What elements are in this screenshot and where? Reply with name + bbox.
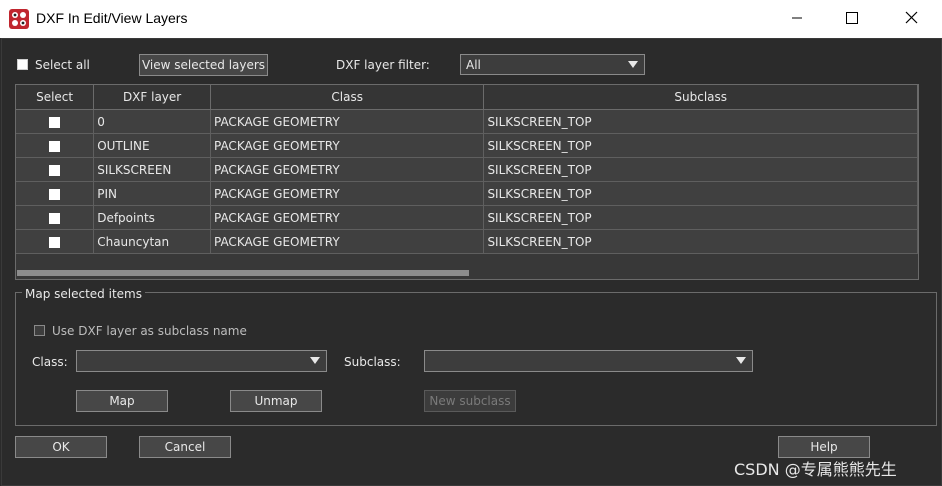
dxf-layer-filter-value: All — [466, 58, 481, 72]
subclass-label: Subclass: — [344, 355, 401, 369]
table-row[interactable]: Chauncytan PACKAGE GEOMETRY SILKSCREEN_T… — [16, 229, 918, 254]
row-checkbox[interactable] — [49, 212, 61, 224]
class-select[interactable] — [76, 350, 327, 372]
map-button[interactable]: Map — [76, 390, 168, 412]
cell-dxf-layer[interactable]: SILKSCREEN — [93, 157, 211, 182]
unmap-button[interactable]: Unmap — [230, 390, 322, 412]
row-select-cell[interactable] — [16, 157, 95, 182]
class-label: Class: — [32, 355, 68, 369]
row-select-cell[interactable] — [16, 181, 95, 206]
row-checkbox[interactable] — [49, 236, 61, 248]
chevron-down-icon — [736, 357, 746, 364]
table-row[interactable]: 0 PACKAGE GEOMETRY SILKSCREEN_TOP — [16, 109, 918, 134]
use-dxf-layer-label: Use DXF layer as subclass name — [52, 324, 247, 338]
cell-dxf-layer[interactable]: 0 — [93, 109, 211, 134]
select-all-label: Select all — [35, 58, 90, 72]
cell-dxf-layer[interactable]: PIN — [93, 181, 211, 206]
header-class[interactable]: Class — [210, 85, 485, 110]
cell-subclass[interactable]: SILKSCREEN_TOP — [483, 157, 918, 182]
cell-dxf-layer[interactable]: OUTLINE — [93, 133, 211, 158]
ok-button[interactable]: OK — [15, 436, 107, 458]
table-row[interactable]: OUTLINE PACKAGE GEOMETRY SILKSCREEN_TOP — [16, 133, 918, 158]
table-row[interactable]: SILKSCREEN PACKAGE GEOMETRY SILKSCREEN_T… — [16, 157, 918, 182]
new-subclass-button[interactable]: New subclass — [424, 390, 516, 412]
minimize-button[interactable] — [768, 0, 826, 38]
cell-class[interactable]: PACKAGE GEOMETRY — [210, 157, 485, 182]
header-dxf-layer[interactable]: DXF layer — [93, 85, 211, 110]
minimize-icon — [791, 12, 803, 27]
subclass-select[interactable] — [424, 350, 753, 372]
map-group-title: Map selected items — [22, 287, 145, 301]
help-button[interactable]: Help — [778, 436, 870, 458]
row-select-cell[interactable] — [16, 229, 95, 254]
row-checkbox[interactable] — [49, 188, 61, 200]
close-button[interactable] — [882, 0, 940, 38]
header-subclass[interactable]: Subclass — [483, 85, 918, 110]
row-checkbox[interactable] — [49, 164, 61, 176]
table-row[interactable]: Defpoints PACKAGE GEOMETRY SILKSCREEN_TO… — [16, 205, 918, 230]
cell-subclass[interactable]: SILKSCREEN_TOP — [483, 229, 918, 254]
view-selected-layers-button[interactable]: View selected layers — [139, 54, 268, 76]
cell-dxf-layer[interactable]: Defpoints — [93, 205, 211, 230]
row-select-cell[interactable] — [16, 133, 95, 158]
cell-class[interactable]: PACKAGE GEOMETRY — [210, 109, 485, 134]
cell-class[interactable]: PACKAGE GEOMETRY — [210, 181, 485, 206]
chevron-down-icon — [628, 61, 638, 68]
row-select-cell[interactable] — [16, 109, 95, 134]
cell-subclass[interactable]: SILKSCREEN_TOP — [483, 181, 918, 206]
use-dxf-layer-checkbox[interactable] — [34, 325, 45, 336]
horizontal-scrollbar[interactable] — [17, 270, 469, 276]
cell-subclass[interactable]: SILKSCREEN_TOP — [483, 133, 918, 158]
layers-table-grid: Select DXF layer Class Subclass 0 PACKAG… — [16, 85, 918, 254]
cell-class[interactable]: PACKAGE GEOMETRY — [210, 229, 485, 254]
cell-subclass[interactable]: SILKSCREEN_TOP — [483, 205, 918, 230]
window-title: DXF In Edit/View Layers — [36, 10, 188, 26]
cell-dxf-layer[interactable]: Chauncytan — [93, 229, 211, 254]
chevron-down-icon — [310, 357, 320, 364]
maximize-icon — [846, 11, 858, 27]
row-checkbox[interactable] — [49, 116, 61, 128]
dxf-layer-filter-select[interactable]: All — [460, 54, 645, 75]
close-icon — [905, 11, 918, 27]
table-header-row: Select DXF layer Class Subclass — [16, 85, 918, 110]
cell-class[interactable]: PACKAGE GEOMETRY — [210, 205, 485, 230]
header-select[interactable]: Select — [16, 85, 95, 110]
maximize-button[interactable] — [823, 0, 881, 38]
app-icon — [9, 9, 29, 29]
dxf-layer-filter-label: DXF layer filter: — [336, 58, 430, 72]
title-bar: DXF In Edit/View Layers — [0, 0, 942, 38]
row-checkbox[interactable] — [49, 140, 61, 152]
cancel-button[interactable]: Cancel — [139, 436, 231, 458]
select-all-checkbox[interactable] — [17, 59, 28, 70]
cell-subclass[interactable]: SILKSCREEN_TOP — [483, 109, 918, 134]
row-select-cell[interactable] — [16, 205, 95, 230]
layers-table: Select DXF layer Class Subclass 0 PACKAG… — [15, 84, 919, 280]
cell-class[interactable]: PACKAGE GEOMETRY — [210, 133, 485, 158]
watermark-text: CSDN @专属熊熊先生 — [734, 460, 897, 479]
table-row[interactable]: PIN PACKAGE GEOMETRY SILKSCREEN_TOP — [16, 181, 918, 206]
